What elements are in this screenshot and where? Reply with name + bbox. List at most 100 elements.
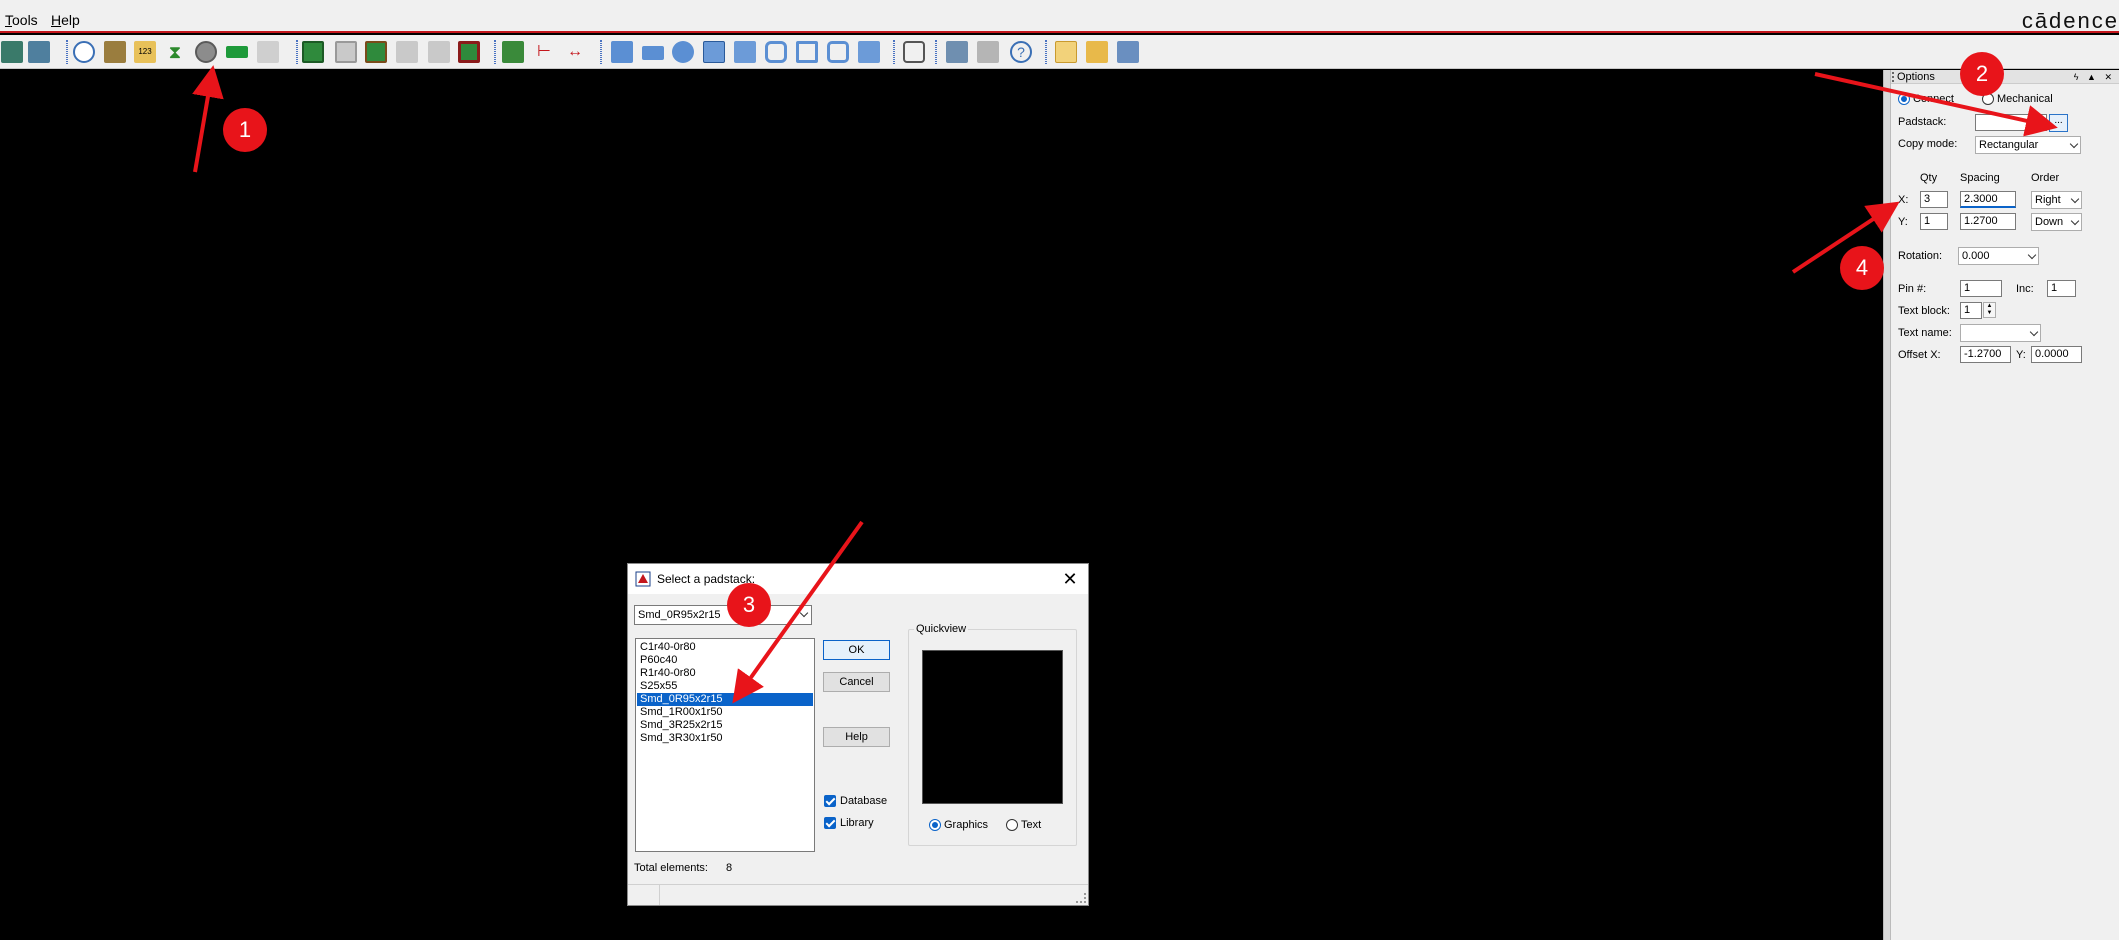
rotation-label: Rotation:: [1898, 250, 1943, 262]
copy-mode-label: Copy mode:: [1898, 138, 1958, 150]
y-spacing-input[interactable]: 1.2700: [1960, 213, 2016, 230]
close-icon[interactable]: ✕: [1058, 567, 1082, 591]
x-order-select[interactable]: Right: [2031, 191, 2082, 209]
x-label: X:: [1898, 194, 1909, 206]
offset-x-input[interactable]: -1.2700: [1960, 346, 2011, 363]
shape-circle-frame-icon[interactable]: [858, 41, 880, 63]
shape-void-icon[interactable]: [765, 41, 787, 63]
number-123-icon[interactable]: 123: [134, 41, 156, 63]
annotation-badge-4: 4: [1840, 246, 1884, 290]
open-file-icon[interactable]: [1086, 41, 1108, 63]
text-block-icon[interactable]: [226, 46, 248, 58]
dimension-icon[interactable]: ⊢: [533, 41, 555, 63]
x-spacing-input[interactable]: 2.3000: [1960, 191, 2016, 208]
text-name-select[interactable]: [1960, 324, 2041, 342]
pin-input[interactable]: 1: [1960, 280, 2002, 297]
padstack-label: Padstack:: [1898, 116, 1947, 128]
ok-button[interactable]: OK: [823, 640, 890, 660]
panel-splitter[interactable]: [1883, 70, 1891, 940]
gray-icon[interactable]: [257, 41, 279, 63]
y-qty-input[interactable]: 1: [1920, 213, 1948, 230]
text-block-input[interactable]: 1: [1960, 302, 1982, 319]
shape-square-icon[interactable]: [827, 41, 849, 63]
library-checkbox[interactable]: [824, 817, 836, 829]
dialog-title-bar[interactable]: Select a padstack: ✕: [628, 564, 1088, 594]
rotation-select[interactable]: 0.000: [1958, 247, 2039, 265]
list-item[interactable]: S25x55: [637, 680, 813, 693]
inc-input[interactable]: 1: [2047, 280, 2076, 297]
connect-radio[interactable]: [1898, 93, 1910, 105]
list-item[interactable]: P60c40: [637, 654, 813, 667]
grip-icon[interactable]: [1892, 72, 1894, 82]
text-radio[interactable]: [1006, 819, 1018, 831]
info-icon[interactable]: [73, 41, 95, 63]
gray-square2-icon[interactable]: [428, 41, 450, 63]
status-cell: [628, 885, 660, 905]
list-item[interactable]: R1r40-0r80: [637, 667, 813, 680]
camera-green-icon[interactable]: [502, 41, 524, 63]
cancel-button[interactable]: Cancel: [823, 672, 890, 692]
padstack-field[interactable]: [1975, 114, 2047, 131]
toolbar-separator: [600, 40, 602, 64]
database-label: Database: [840, 795, 888, 807]
camera-icon[interactable]: [903, 41, 925, 63]
text-block-spinner[interactable]: ▲ ▼: [1983, 302, 1996, 318]
toolbar-separator: [66, 40, 68, 64]
board-gray-icon[interactable]: [335, 41, 357, 63]
board-frame-icon[interactable]: [458, 41, 480, 63]
padstack-list[interactable]: C1r40-0r80 P60c40 R1r40-0r80 S25x55 Smd_…: [635, 638, 815, 852]
shape-circle-icon[interactable]: [672, 41, 694, 63]
menu-help[interactable]: Help: [51, 12, 80, 28]
save-icon[interactable]: [1117, 41, 1139, 63]
list-item[interactable]: C1r40-0r80: [637, 641, 813, 654]
database-checkbox[interactable]: [824, 795, 836, 807]
quickview-preview: [922, 650, 1063, 804]
offset-y-input[interactable]: 0.0000: [2031, 346, 2082, 363]
quickview-label: Quickview: [914, 623, 969, 635]
board-icon[interactable]: [302, 41, 324, 63]
graphics-radio[interactable]: [929, 819, 941, 831]
list-item[interactable]: Smd_3R25x2r15: [637, 719, 813, 732]
panel-controls[interactable]: ϟ ▲ ✕: [2074, 70, 2115, 84]
options-title: Options: [1897, 71, 1935, 83]
copy-mode-value: Rectangular: [1979, 139, 2039, 151]
board-green-icon[interactable]: [365, 41, 387, 63]
menu-tools[interactable]: Tools: [5, 12, 38, 28]
help-icon[interactable]: ?: [1010, 41, 1032, 63]
x-qty-input[interactable]: 3: [1920, 191, 1948, 208]
toolbar-separator: [1045, 40, 1047, 64]
shape-merge-icon[interactable]: [734, 41, 756, 63]
list-item-selected[interactable]: Smd_0R95x2r15: [637, 693, 813, 706]
list-item[interactable]: Smd_1R00x1r50: [637, 706, 813, 719]
new-file-icon[interactable]: [1055, 41, 1077, 63]
graphics-label: Graphics: [944, 819, 989, 831]
dimension-horizontal-icon[interactable]: ↔: [564, 41, 586, 63]
add-pin-icon[interactable]: [195, 41, 217, 63]
text-label: Text: [1021, 819, 1042, 831]
swap-icon[interactable]: [1, 41, 23, 63]
padstack-browse-button[interactable]: ...: [2049, 114, 2068, 132]
shape-rect-icon[interactable]: [642, 46, 664, 60]
list-item[interactable]: Smd_3R30x1r50: [637, 732, 813, 745]
stack-icon[interactable]: [946, 41, 968, 63]
toolbar-separator: [296, 40, 298, 64]
padstack-combo[interactable]: Smd_0R95x2r15: [634, 605, 812, 625]
route-icon[interactable]: [977, 41, 999, 63]
sigma-icon[interactable]: ⧗: [164, 41, 186, 63]
shape-frame-icon[interactable]: [796, 41, 818, 63]
help-button[interactable]: Help: [823, 727, 890, 747]
quickview-group: Quickview Graphics Text: [908, 623, 1077, 846]
shape-polygon-icon[interactable]: [611, 41, 633, 63]
gray-square-icon[interactable]: [396, 41, 418, 63]
toolbar: 123 ⧗ ⊢ ↔ ?: [0, 35, 2119, 69]
y-order-select[interactable]: Down: [2031, 213, 2082, 231]
padstack-combo-value: Smd_0R95x2r15: [638, 609, 721, 621]
component-icon[interactable]: [28, 41, 50, 63]
inc-label: Inc:: [2016, 283, 2034, 295]
menu-bar: Tools Help cādence: [0, 0, 2119, 33]
resize-grip-icon[interactable]: [1076, 893, 1086, 903]
copy-mode-select[interactable]: Rectangular: [1975, 136, 2081, 154]
properties-icon[interactable]: [104, 41, 126, 63]
pin-label: Pin #:: [1898, 283, 1927, 295]
select-icon[interactable]: [703, 41, 725, 63]
